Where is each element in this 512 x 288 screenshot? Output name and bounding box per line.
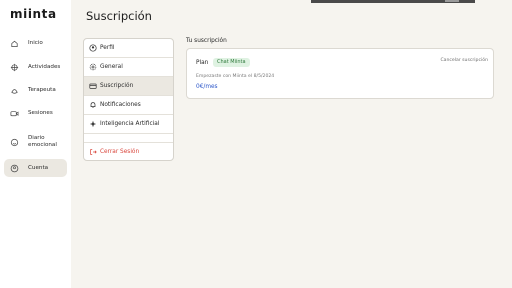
therapist-icon (10, 86, 19, 95)
sidebar-item-sesiones[interactable]: Sesiones (4, 104, 67, 122)
sidebar-item-label: Diario emocional (28, 135, 57, 148)
section-title: Tu suscripción (186, 38, 227, 44)
sidebar: miinta Inicio Actividades Terapeuta Sesi… (0, 0, 71, 288)
menu-item-suscripcion[interactable]: Suscripción (84, 77, 173, 96)
card-icon (89, 82, 97, 90)
gear-icon (89, 63, 97, 71)
home-icon (10, 39, 19, 48)
app-logo[interactable]: miinta (10, 7, 57, 21)
sparkle-icon (89, 120, 97, 128)
video-sessions-icon (10, 109, 19, 118)
logout-label: Cerrar Sesión (100, 149, 140, 155)
plan-badge: Chat Miinta (213, 58, 250, 67)
menu-item-general[interactable]: General (84, 58, 173, 77)
menu-item-label: Perfil (100, 45, 115, 51)
emotion-diary-icon (10, 138, 19, 147)
activities-icon (10, 63, 19, 72)
menu-item-label: Inteligencia Artificial (100, 121, 160, 127)
menu-item-label: General (100, 64, 123, 70)
plan-label: Plan (196, 60, 209, 66)
menu-item-inteligencia-artificial[interactable]: Inteligencia Artificial (84, 115, 173, 134)
sidebar-item-label: Sesiones (28, 109, 53, 116)
menu-item-notificaciones[interactable]: Notificaciones (84, 96, 173, 115)
sidebar-item-diario-emocional[interactable]: Diario emocional (4, 131, 67, 153)
bell-icon (89, 101, 97, 109)
logout-button[interactable]: Cerrar Sesión (84, 142, 173, 160)
sidebar-item-cuenta[interactable]: Cuenta (4, 159, 67, 177)
sidebar-item-actividades[interactable]: Actividades (4, 58, 67, 76)
sidebar-item-label: Inicio (28, 39, 43, 46)
sidebar-item-label: Actividades (28, 63, 61, 70)
settings-menu: Perfil General Suscripción Notificacione… (83, 38, 174, 161)
sidebar-item-terapeuta[interactable]: Terapeuta (4, 81, 67, 99)
sidebar-item-label: Cuenta (28, 164, 49, 171)
sidebar-item-label: Terapeuta (28, 86, 56, 93)
subscription-start-text: Empezaste con Miinta el 8/5/2024 (196, 74, 275, 79)
cancel-subscription-link[interactable]: Cancelar suscripción (440, 58, 488, 63)
menu-item-label: Suscripción (100, 83, 134, 89)
page-title: Suscripción (86, 9, 152, 23)
topbar-handle[interactable] (445, 0, 459, 2)
menu-item-label: Notificaciones (100, 102, 141, 108)
sidebar-item-inicio[interactable]: Inicio (4, 34, 67, 52)
window-topbar (311, 0, 475, 3)
subscription-price: 0€/mes (196, 84, 218, 90)
account-icon (10, 164, 19, 173)
subscription-card: Plan Chat Miinta Cancelar suscripción Em… (186, 48, 494, 99)
logout-icon (89, 148, 97, 156)
user-icon (89, 44, 97, 52)
menu-item-perfil[interactable]: Perfil (84, 39, 173, 58)
